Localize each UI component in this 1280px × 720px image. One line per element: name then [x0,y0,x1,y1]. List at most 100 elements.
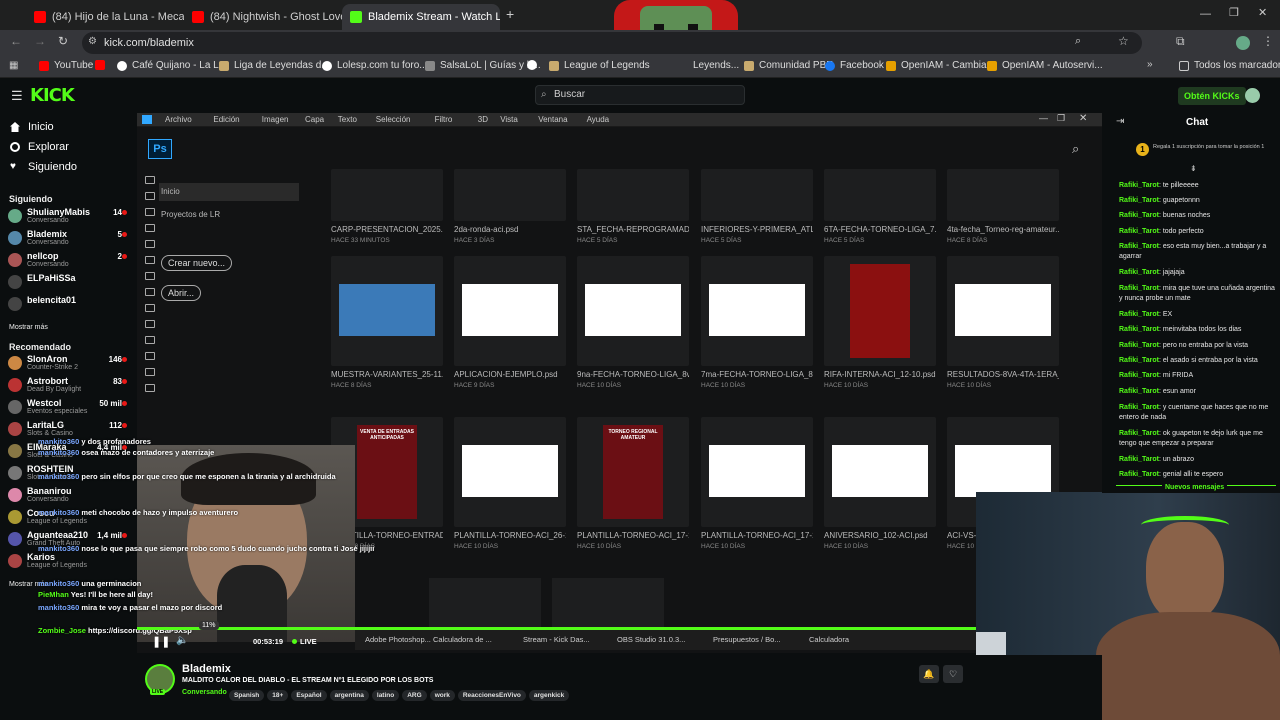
kick-logo[interactable]: KICK [30,85,75,106]
nav-explorar[interactable]: Explorar [10,141,69,153]
bookmark-star-icon[interactable]: ☆ [1118,34,1129,48]
obtain-kicks-button[interactable]: Obtén KICKs [1178,87,1246,105]
file-name: PLANTILLA-TORNEO-ACI_17-1... [701,531,813,540]
thumbnail-art [462,445,558,497]
chat-username[interactable]: Rafiki_Tarot [1119,212,1159,219]
overlay-chat-text: osea mazo de contadores y aterrizaje [81,448,215,457]
stream-tag[interactable]: Español [291,690,327,701]
profile-avatar[interactable] [1236,36,1250,50]
chat-username[interactable]: Rafiki_Tarot [1119,182,1159,189]
bookmark-blank[interactable] [527,60,542,70]
more-bookmarks-icon[interactable]: » [1147,59,1153,70]
channel-item[interactable]: Bananirou Conversando [8,485,132,507]
facebook-icon [825,60,835,71]
chat-username[interactable]: Rafiki_Tarot [1119,228,1159,235]
chat-username[interactable]: Rafiki_Tarot [1119,357,1159,364]
bookmark-youtube-2[interactable] [95,60,110,70]
chat-username[interactable]: Rafiki_Tarot [1119,243,1159,250]
chat-username[interactable]: Rafiki_Tarot [1119,197,1159,204]
chat-username[interactable]: Rafiki_Tarot [1119,326,1159,333]
extensions-icon[interactable]: ⧉ [1176,34,1185,49]
bookmark-cafe-quijano[interactable]: Café Quijano - La L... [117,60,227,71]
overlay-chat-user: mankito360 [38,603,80,612]
user-avatar[interactable] [1245,88,1260,103]
channel-item[interactable]: Karios League of Legends [8,551,132,573]
follow-heart-icon[interactable]: ♡ [943,665,963,683]
chat-message: Rafiki_Tarot: el asado si entraba por la… [1119,357,1258,364]
new-messages-label[interactable]: Nuevos mensajes [1162,484,1228,491]
new-tab-button[interactable]: + [506,6,514,22]
chat-username[interactable]: Rafiki_Tarot [1119,311,1159,318]
bookmark-pbe[interactable]: Comunidad PBE [744,60,833,71]
channel-item[interactable]: Blademix Conversando 5 [8,228,132,250]
nav-inicio[interactable]: Inicio [10,121,54,133]
search-input[interactable]: ⌕ Buscar [535,85,745,105]
channel-item[interactable]: nellcop Conversando 2 [8,250,132,272]
back-icon[interactable]: ← [10,34,22,48]
bookmark-facebook[interactable]: Facebook [825,60,884,71]
forward-icon[interactable]: → [34,34,46,48]
chat-username[interactable]: Rafiki_Tarot [1119,456,1159,463]
recommended-title: Recomendado [9,342,72,352]
apps-icon[interactable]: ▦ [9,60,18,71]
chat-pin-icon[interactable]: ⇟ [1190,164,1197,173]
stream-category[interactable]: Conversando [182,689,227,696]
chat-username[interactable]: Rafiki_Tarot [1119,285,1159,292]
lol-icon [744,60,754,71]
stream-tag[interactable]: Spanish [229,690,265,701]
zoom-icon[interactable]: ⌕ [1075,35,1081,48]
bookmark-liga-leyendas[interactable]: Liga de Leyendas d... [219,60,330,71]
volume-icon[interactable]: 🔈 [176,635,188,646]
browser-tab-2[interactable]: (84) Nightwish - Ghost Love Sc ✕ [184,4,342,30]
channel-item[interactable]: ShulianyMabis Conversando 14 [8,206,132,228]
channel-item[interactable]: Astrobort Dead By Daylight 83 [8,375,132,397]
bookmark-openiam-1[interactable]: OpenIAM - Cambiar... [886,60,998,71]
browser-tab-1[interactable]: (84) Hijo de la Luna - Meca ✕ [26,4,184,30]
stream-tag[interactable]: argentina [329,690,369,701]
stream-tag[interactable]: work [429,690,455,701]
bookmark-lolesp[interactable]: Lolesp.com tu foro... [322,60,428,71]
hamburger-menu-icon[interactable]: ☰ [11,88,23,104]
stream-tag[interactable]: ReaccionesEnVivo [457,690,526,701]
overlay-chat-message: mankito360 pero sin elfos por que creo q… [38,472,336,481]
url-field[interactable]: kick.com/blademix [82,32,1142,54]
obtain-kicks-label: Obtén KICKs [1184,91,1240,101]
chat-username[interactable]: Rafiki_Tarot [1119,430,1159,437]
show-more-link[interactable]: Mostrar más [9,324,48,331]
channel-item[interactable]: Westcol Eventos especiales 50 mil [8,397,132,419]
channel-item[interactable]: SlonAron Counter-Strike 2 146 [8,353,132,375]
stream-tag[interactable]: argenkick [528,690,570,701]
pause-icon[interactable]: ❚❚ [152,635,170,648]
gift-subscription-text[interactable]: Regala 1 suscripción para tomar la posic… [1153,144,1273,151]
notification-bell-icon[interactable]: 🔔 [919,665,939,683]
channel-item[interactable]: ELPaHiSSa [8,272,132,294]
nav-siguiendo[interactable]: ♥ Siguiendo [10,161,77,173]
chat-username[interactable]: Rafiki_Tarot [1119,388,1159,395]
browser-tab-3[interactable]: Blademix Stream - Watch Li ✕ [342,4,500,30]
overlay-chat-user: mankito360 [38,472,80,481]
all-bookmarks[interactable]: Todos los marcadores [1179,60,1280,71]
site-info-icon[interactable]: ⚙ [88,36,97,47]
channel-item[interactable]: belencita01 [8,294,132,316]
stream-tag[interactable]: latino [371,690,400,701]
chat-username[interactable]: Rafiki_Tarot [1119,404,1159,411]
bookmark-youtube[interactable]: YouTube [39,60,93,71]
chat-username[interactable]: Rafiki_Tarot [1119,372,1159,379]
chat-username[interactable]: Rafiki_Tarot [1119,342,1159,349]
close-window-icon[interactable]: ✕ [1258,6,1267,19]
bookmark-leyends[interactable]: Leyends... [693,60,739,71]
menu-icon[interactable]: ⋮ [1262,34,1274,48]
maximize-icon[interactable]: ❐ [1229,6,1239,19]
collapse-chat-icon[interactable]: ⇥ [1116,116,1124,127]
streamer-name[interactable]: Blademix [182,663,231,675]
bookmark-salsalol[interactable]: SalsaLoL | Guías y b... [425,60,541,71]
bookmark-label: Facebook [840,60,884,71]
stream-tag[interactable]: 18+ [267,690,289,701]
chat-username[interactable]: Rafiki_Tarot [1119,269,1159,276]
bookmark-league[interactable]: League of Legends [549,60,650,71]
bookmark-openiam-2[interactable]: OpenIAM - Autoservi... [987,60,1103,71]
chat-username[interactable]: Rafiki_Tarot [1119,471,1159,478]
minimize-icon[interactable]: — [1200,8,1211,20]
stream-tag[interactable]: ARG [402,690,427,701]
reload-icon[interactable]: ↻ [58,34,68,48]
